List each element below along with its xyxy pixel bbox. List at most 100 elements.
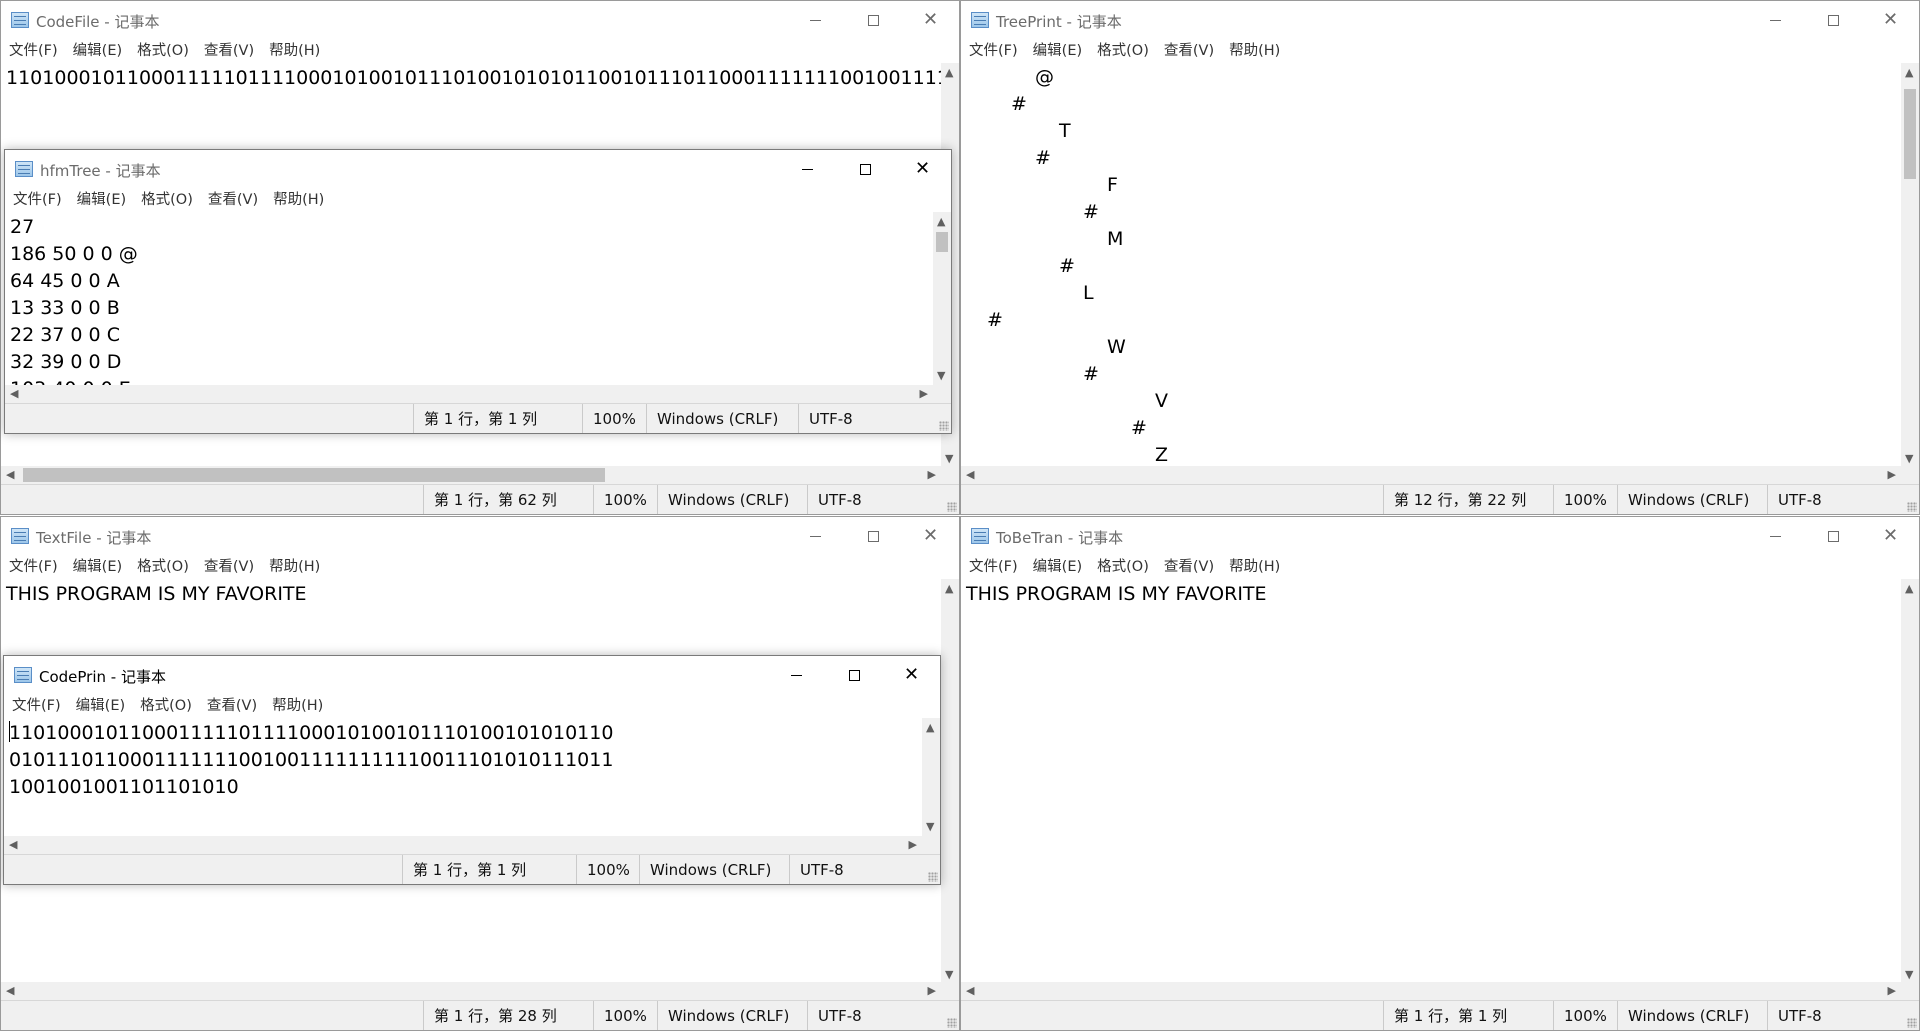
resize-grip-icon[interactable] bbox=[928, 872, 938, 882]
scroll-thumb[interactable] bbox=[23, 468, 605, 482]
scroll-thumb[interactable] bbox=[936, 232, 948, 252]
scroll-right-icon[interactable]: ▶ bbox=[928, 469, 936, 480]
horizontal-scrollbar[interactable]: ◀ ▶ bbox=[961, 982, 1901, 1000]
text-area[interactable]: @ # T # F # M # L # W # V # Z bbox=[961, 63, 1901, 468]
horizontal-scrollbar[interactable]: ◀ ▶ bbox=[4, 836, 922, 854]
scroll-right-icon[interactable]: ▶ bbox=[928, 985, 936, 996]
menu-format[interactable]: 格式(O) bbox=[137, 555, 189, 579]
vertical-scrollbar[interactable]: ▲ ▼ bbox=[1901, 63, 1919, 468]
scroll-thumb[interactable] bbox=[1904, 89, 1916, 179]
scroll-down-icon[interactable]: ▼ bbox=[1905, 969, 1913, 980]
menu-view[interactable]: 查看(V) bbox=[207, 694, 257, 718]
minimize-button[interactable] bbox=[768, 656, 825, 694]
scroll-left-icon[interactable]: ◀ bbox=[9, 839, 17, 850]
menu-help[interactable]: 帮助(H) bbox=[1229, 39, 1280, 63]
menu-edit[interactable]: 编辑(E) bbox=[77, 188, 126, 212]
codefile-titlebar[interactable]: CodeFile - 记事本 ✕ bbox=[1, 1, 959, 39]
scroll-left-icon[interactable]: ◀ bbox=[6, 985, 14, 996]
hfmtree-titlebar[interactable]: hfmTree - 记事本 ✕ bbox=[5, 150, 951, 188]
minimize-button[interactable] bbox=[787, 517, 844, 555]
scroll-down-icon[interactable]: ▼ bbox=[945, 453, 953, 464]
minimize-button[interactable] bbox=[1747, 517, 1804, 555]
minimize-button[interactable] bbox=[779, 150, 836, 188]
maximize-button[interactable] bbox=[1805, 1, 1862, 39]
vertical-scrollbar[interactable]: ▲ ▼ bbox=[941, 579, 959, 984]
menu-format[interactable]: 格式(O) bbox=[1097, 39, 1149, 63]
scroll-left-icon[interactable]: ◀ bbox=[966, 985, 974, 996]
resize-grip-icon[interactable] bbox=[947, 502, 957, 512]
horizontal-scrollbar[interactable]: ◀ ▶ bbox=[1, 466, 941, 484]
minimize-button[interactable] bbox=[1747, 1, 1804, 39]
resize-grip-icon[interactable] bbox=[939, 421, 949, 431]
menu-format[interactable]: 格式(O) bbox=[137, 39, 189, 63]
maximize-button[interactable] bbox=[1805, 517, 1862, 555]
menu-format[interactable]: 格式(O) bbox=[141, 188, 193, 212]
close-button[interactable]: ✕ bbox=[894, 150, 951, 188]
menu-help[interactable]: 帮助(H) bbox=[269, 555, 320, 579]
menu-edit[interactable]: 编辑(E) bbox=[1033, 39, 1082, 63]
close-button[interactable]: ✕ bbox=[902, 517, 959, 555]
menu-edit[interactable]: 编辑(E) bbox=[73, 555, 122, 579]
horizontal-scrollbar[interactable]: ◀ ▶ bbox=[1, 982, 941, 1000]
vertical-scrollbar[interactable]: ▲ ▼ bbox=[922, 718, 940, 836]
menu-file[interactable]: 文件(F) bbox=[12, 694, 61, 718]
menu-view[interactable]: 查看(V) bbox=[204, 555, 254, 579]
menu-file[interactable]: 文件(F) bbox=[969, 555, 1018, 579]
vertical-scrollbar[interactable]: ▲ ▼ bbox=[933, 212, 951, 385]
text-area[interactable]: THIS PROGRAM IS MY FAVORITE bbox=[961, 579, 1901, 984]
menu-view[interactable]: 查看(V) bbox=[204, 39, 254, 63]
horizontal-scrollbar[interactable]: ◀ ▶ bbox=[961, 466, 1901, 484]
menu-edit[interactable]: 编辑(E) bbox=[76, 694, 125, 718]
minimize-button[interactable] bbox=[787, 1, 844, 39]
resize-grip-icon[interactable] bbox=[1907, 1018, 1917, 1028]
scroll-left-icon[interactable]: ◀ bbox=[6, 469, 14, 480]
vertical-scrollbar[interactable]: ▲ ▼ bbox=[1901, 579, 1919, 984]
scroll-up-icon[interactable]: ▲ bbox=[945, 583, 953, 594]
menu-format[interactable]: 格式(O) bbox=[1097, 555, 1149, 579]
scroll-up-icon[interactable]: ▲ bbox=[1905, 67, 1913, 78]
menu-help[interactable]: 帮助(H) bbox=[1229, 555, 1280, 579]
close-button[interactable]: ✕ bbox=[1862, 517, 1919, 555]
maximize-button[interactable] bbox=[837, 150, 894, 188]
menu-file[interactable]: 文件(F) bbox=[9, 39, 58, 63]
menu-file[interactable]: 文件(F) bbox=[13, 188, 62, 212]
menu-edit[interactable]: 编辑(E) bbox=[73, 39, 122, 63]
text-area[interactable]: 1101000101100011111011110001010010111010… bbox=[4, 718, 922, 836]
maximize-button[interactable] bbox=[826, 656, 883, 694]
scroll-down-icon[interactable]: ▼ bbox=[945, 969, 953, 980]
scroll-up-icon[interactable]: ▲ bbox=[926, 722, 934, 733]
menu-view[interactable]: 查看(V) bbox=[208, 188, 258, 212]
close-button[interactable]: ✕ bbox=[883, 656, 940, 694]
scroll-right-icon[interactable]: ▶ bbox=[909, 839, 917, 850]
menu-help[interactable]: 帮助(H) bbox=[272, 694, 323, 718]
scroll-down-icon[interactable]: ▼ bbox=[937, 370, 945, 381]
scroll-up-icon[interactable]: ▲ bbox=[937, 216, 945, 227]
scroll-up-icon[interactable]: ▲ bbox=[1905, 583, 1913, 594]
menu-edit[interactable]: 编辑(E) bbox=[1033, 555, 1082, 579]
scroll-right-icon[interactable]: ▶ bbox=[1888, 469, 1896, 480]
close-button[interactable]: ✕ bbox=[902, 1, 959, 39]
menu-view[interactable]: 查看(V) bbox=[1164, 39, 1214, 63]
text-area[interactable]: 27 186 50 0 0 @ 64 45 0 0 A 13 33 0 0 B … bbox=[5, 212, 933, 385]
menu-help[interactable]: 帮助(H) bbox=[269, 39, 320, 63]
scroll-right-icon[interactable]: ▶ bbox=[1888, 985, 1896, 996]
menu-format[interactable]: 格式(O) bbox=[140, 694, 192, 718]
scroll-left-icon[interactable]: ◀ bbox=[966, 469, 974, 480]
codeprin-titlebar[interactable]: CodePrin - 记事本 ✕ bbox=[4, 656, 940, 694]
scroll-down-icon[interactable]: ▼ bbox=[926, 821, 934, 832]
scroll-up-icon[interactable]: ▲ bbox=[945, 67, 953, 78]
menu-help[interactable]: 帮助(H) bbox=[273, 188, 324, 212]
textfile-titlebar[interactable]: TextFile - 记事本 ✕ bbox=[1, 517, 959, 555]
resize-grip-icon[interactable] bbox=[1907, 502, 1917, 512]
scroll-right-icon[interactable]: ▶ bbox=[920, 388, 928, 399]
menu-view[interactable]: 查看(V) bbox=[1164, 555, 1214, 579]
tobetran-titlebar[interactable]: ToBeTran - 记事本 ✕ bbox=[961, 517, 1919, 555]
scroll-left-icon[interactable]: ◀ bbox=[10, 388, 18, 399]
scroll-down-icon[interactable]: ▼ bbox=[1905, 453, 1913, 464]
resize-grip-icon[interactable] bbox=[947, 1018, 957, 1028]
treeprint-titlebar[interactable]: TreePrint - 记事本 ✕ bbox=[961, 1, 1919, 39]
menu-file[interactable]: 文件(F) bbox=[969, 39, 1018, 63]
maximize-button[interactable] bbox=[845, 517, 902, 555]
menu-file[interactable]: 文件(F) bbox=[9, 555, 58, 579]
close-button[interactable]: ✕ bbox=[1862, 1, 1919, 39]
